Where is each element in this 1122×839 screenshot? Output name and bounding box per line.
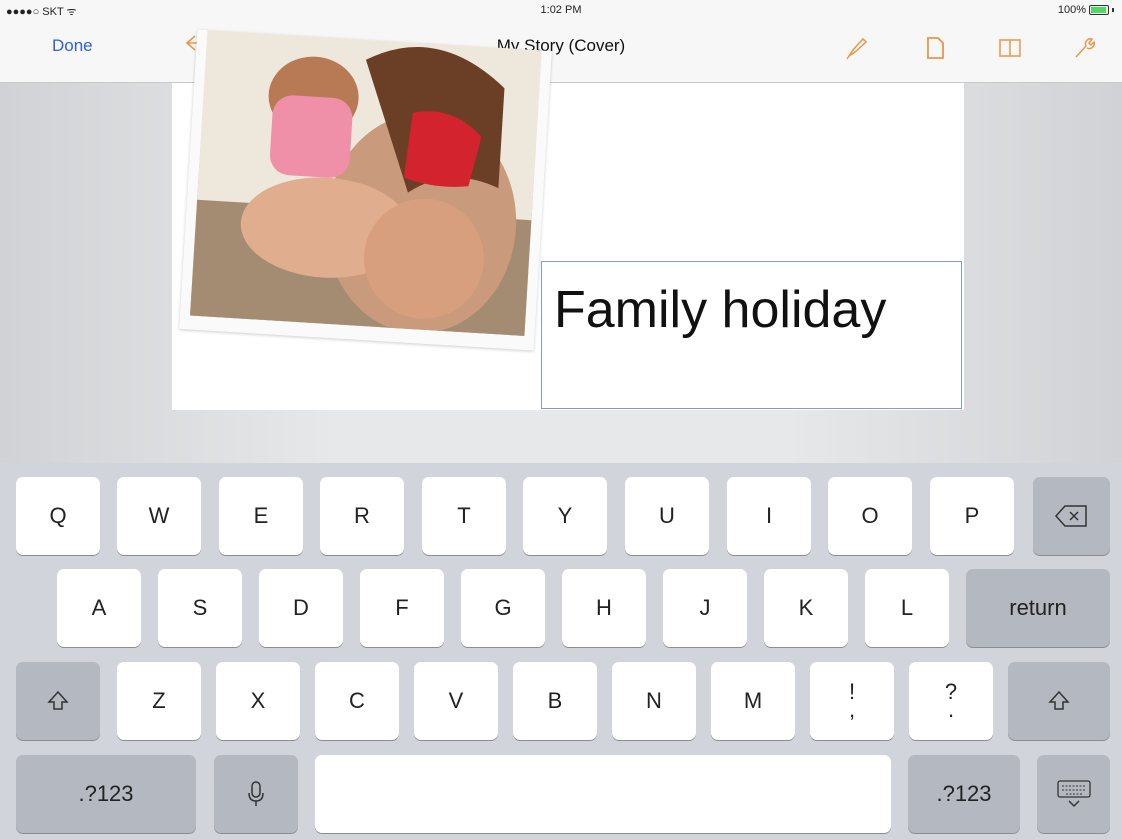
numbers-key-right[interactable]: .?123 [908, 755, 1020, 833]
cover-photo[interactable] [179, 29, 552, 351]
key-a[interactable]: A [57, 569, 141, 647]
hide-keyboard-key[interactable] [1037, 755, 1110, 833]
photo-image [190, 30, 542, 336]
shift-icon [1048, 690, 1070, 710]
page-icon[interactable] [921, 34, 949, 62]
dictation-key[interactable] [214, 755, 298, 833]
key-d[interactable]: D [259, 569, 343, 647]
key-y[interactable]: Y [523, 477, 607, 555]
key-question-period[interactable]: ?. [909, 662, 993, 740]
key-p[interactable]: P [930, 477, 1014, 555]
cover-title-textbox[interactable]: Family holiday [541, 261, 962, 409]
battery-status: 100% [1058, 4, 1114, 16]
key-q[interactable]: Q [16, 477, 100, 555]
key-f[interactable]: F [360, 569, 444, 647]
key-s[interactable]: S [158, 569, 242, 647]
key-x[interactable]: X [216, 662, 300, 740]
key-w[interactable]: W [117, 477, 201, 555]
key-b[interactable]: B [513, 662, 597, 740]
battery-tip [1112, 8, 1114, 12]
battery-percent: 100% [1057, 4, 1086, 16]
key-n[interactable]: N [612, 662, 696, 740]
key-h[interactable]: H [562, 569, 646, 647]
backspace-icon [1054, 505, 1087, 527]
key-t[interactable]: T [422, 477, 506, 555]
key-exclamation-comma[interactable]: !, [810, 662, 894, 740]
book-view-icon[interactable] [996, 34, 1024, 62]
key-c[interactable]: C [315, 662, 399, 740]
microphone-icon [248, 781, 264, 806]
key-z[interactable]: Z [117, 662, 201, 740]
key-i[interactable]: I [727, 477, 811, 555]
status-bar: ●●●●○ SKT ᯤ 1:02 PM 100% [0, 0, 1122, 22]
exclamation-comma-labels: !, [848, 681, 856, 722]
onscreen-keyboard: Q W E R T Y U I O P A S D F G H J K L re… [0, 463, 1122, 839]
shift-icon [47, 690, 69, 710]
shift-key-left[interactable] [16, 662, 100, 740]
numbers-key-left[interactable]: .?123 [16, 755, 196, 833]
hide-keyboard-icon [1056, 780, 1091, 808]
key-o[interactable]: O [828, 477, 912, 555]
key-g[interactable]: G [461, 569, 545, 647]
shift-key-right[interactable] [1008, 662, 1110, 740]
cover-title-text[interactable]: Family holiday [554, 280, 886, 340]
document-title: My Story (Cover) [496, 36, 626, 55]
key-e[interactable]: E [219, 477, 303, 555]
brush-icon[interactable] [843, 34, 871, 62]
key-k[interactable]: K [764, 569, 848, 647]
backspace-key[interactable] [1033, 477, 1110, 555]
navigation-bar: Done My Story (Cover) [0, 22, 1122, 83]
key-r[interactable]: R [320, 477, 404, 555]
key-label-bottom: . [947, 697, 955, 722]
key-j[interactable]: J [663, 569, 747, 647]
key-m[interactable]: M [711, 662, 795, 740]
key-u[interactable]: U [625, 477, 709, 555]
wrench-icon[interactable] [1070, 34, 1098, 62]
key-v[interactable]: V [414, 662, 498, 740]
question-period-labels: ?. [945, 681, 957, 722]
clock: 1:02 PM [540, 4, 582, 16]
space-bar[interactable] [315, 755, 891, 833]
key-l[interactable]: L [865, 569, 949, 647]
return-key[interactable]: return [966, 569, 1110, 647]
key-label-bottom: , [848, 697, 856, 722]
battery-icon [1089, 5, 1109, 15]
